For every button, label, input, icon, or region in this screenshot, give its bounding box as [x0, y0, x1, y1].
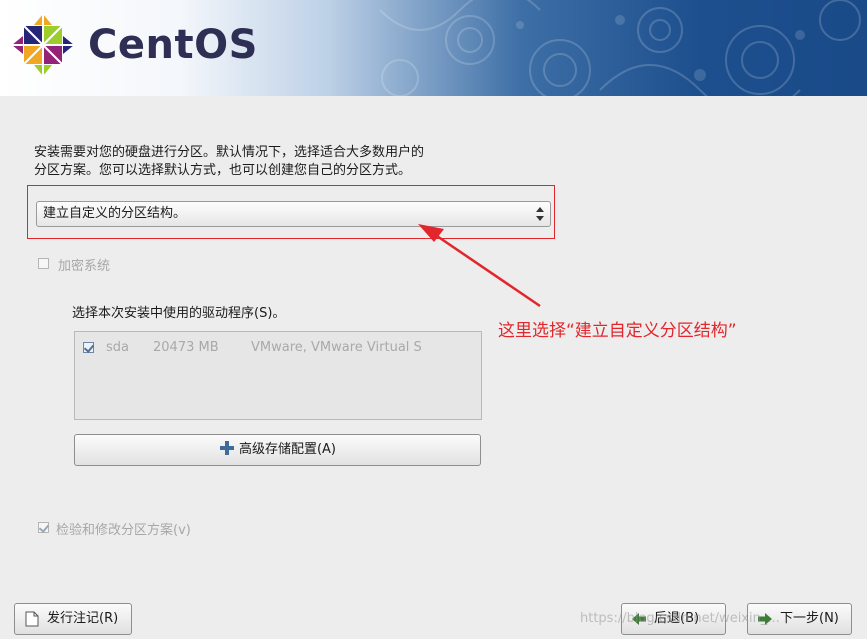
next-label: 下一步(N)	[780, 611, 839, 626]
review-partition-label: 检验和修改分区方案(v)	[56, 523, 191, 538]
driver-size: 20473 MB	[153, 340, 219, 355]
review-partition-checkbox[interactable]	[38, 522, 49, 533]
plus-icon	[219, 441, 234, 455]
partition-description: 安装需要对您的硬盘进行分区。默认情况下，选择适合大多数用户的 分区方案。您可以选…	[34, 144, 494, 180]
updown-arrows-icon	[536, 207, 544, 221]
driver-selection-label: 选择本次安装中使用的驱动程序(S)。	[72, 306, 286, 321]
list-item[interactable]: sda 20473 MB VMware, VMware Virtual S	[83, 340, 473, 356]
description-line-1: 安装需要对您的硬盘进行分区。默认情况下，选择适合大多数用户的	[34, 145, 425, 160]
brand-name: CentOS	[88, 22, 258, 68]
annotation-text: 这里选择“建立自定义分区结构”	[498, 321, 737, 341]
driver-list: sda 20473 MB VMware, VMware Virtual S	[74, 331, 482, 420]
partition-layout-select[interactable]: 建立自定义的分区结构。	[36, 201, 551, 227]
driver-device: sda	[106, 340, 129, 355]
description-line-2: 分区方案。您可以选择默认方式，也可以创建您自己的分区方式。	[34, 163, 412, 178]
advanced-storage-label: 高级存储配置(A)	[238, 442, 337, 457]
release-notes-label: 发行注记(R)	[47, 611, 119, 626]
document-icon	[25, 611, 39, 627]
partition-layout-selected-value: 建立自定义的分区结构。	[43, 206, 187, 221]
encrypt-system-label: 加密系统	[58, 259, 111, 274]
centos-logo-icon	[12, 14, 74, 76]
encrypt-system-checkbox[interactable]	[38, 258, 49, 269]
driver-sda-checkbox[interactable]	[83, 342, 94, 353]
advanced-storage-button[interactable]: 高级存储配置(A)	[74, 434, 481, 466]
header-banner: CentOS	[0, 0, 867, 96]
driver-model: VMware, VMware Virtual S	[251, 340, 422, 355]
release-notes-button[interactable]: 发行注记(R)	[14, 603, 132, 635]
watermark: https://blog.csdn.net/weixin_...	[580, 611, 780, 626]
